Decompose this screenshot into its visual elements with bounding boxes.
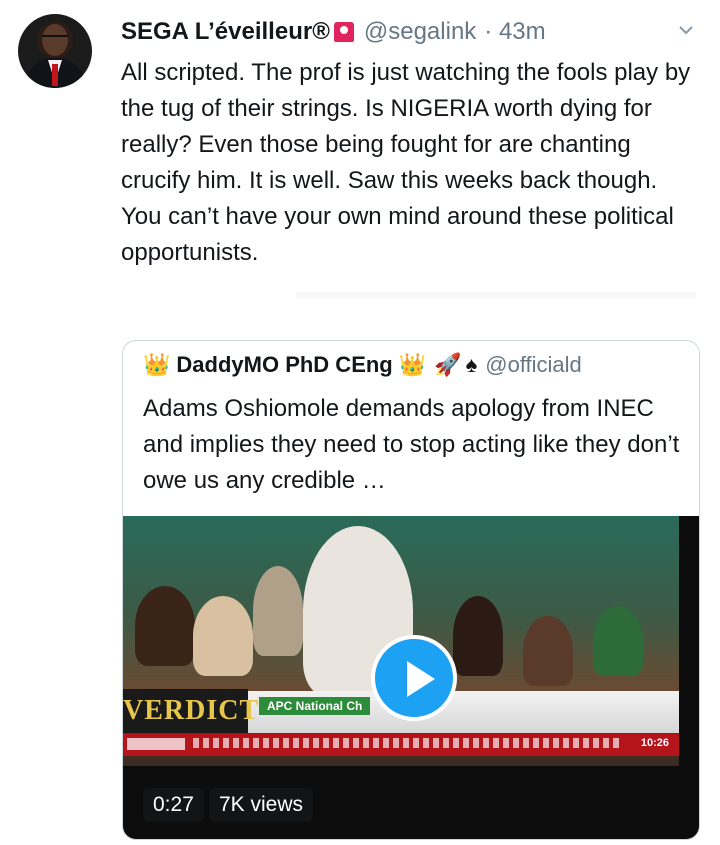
avatar-glasses bbox=[42, 35, 68, 43]
ticker-label bbox=[127, 738, 185, 750]
author-handle[interactable]: @segalink bbox=[364, 18, 476, 46]
avatar[interactable] bbox=[18, 14, 92, 88]
video-figure bbox=[593, 606, 643, 676]
tweet-header: SEGA L’éveilleur® @segalink · 43m bbox=[121, 12, 546, 52]
quoted-author-name: DaddyMO PhD CEng bbox=[176, 352, 393, 377]
avatar-tie bbox=[52, 64, 58, 86]
timestamp[interactable]: · 43m bbox=[484, 18, 545, 46]
spade-icon: ♠ bbox=[465, 352, 478, 377]
video-player[interactable]: VERDICT APC National Ch 10:26 0:27 7K vi… bbox=[123, 516, 699, 839]
divider bbox=[296, 292, 696, 298]
author-name[interactable]: SEGA L’éveilleur® bbox=[121, 18, 330, 46]
video-ticker: 10:26 bbox=[123, 734, 679, 756]
tweet-text: All scripted. The prof is just watching … bbox=[121, 59, 691, 266]
video-duration-badge: 0:27 bbox=[143, 788, 204, 822]
rocket-icon: 🚀 bbox=[434, 352, 462, 377]
news-logo: VERDICT bbox=[123, 689, 258, 733]
chevron-down-icon[interactable] bbox=[678, 22, 694, 38]
quoted-text: Adams Oshiomole demands apology from INE… bbox=[143, 395, 680, 494]
news-tag: APC National Ch bbox=[259, 697, 371, 715]
video-figure bbox=[193, 596, 253, 676]
video-figure bbox=[135, 586, 195, 666]
police-light-icon bbox=[333, 22, 354, 42]
video-figure bbox=[523, 616, 573, 686]
quoted-author-handle: @officiald bbox=[485, 352, 582, 377]
video-figure bbox=[253, 566, 303, 656]
ticker-text bbox=[193, 738, 623, 748]
crown-icon: 👑 bbox=[143, 352, 171, 377]
quoted-tweet[interactable]: 👑 DaddyMO PhD CEng 👑 🚀 ♠ @officiald Adam… bbox=[122, 340, 700, 840]
ticker-clock: 10:26 bbox=[640, 737, 669, 749]
crown-icon: 👑 bbox=[398, 352, 427, 377]
quoted-header: 👑 DaddyMO PhD CEng 👑 🚀 ♠ @officiald bbox=[143, 347, 582, 383]
video-views-badge: 7K views bbox=[209, 788, 314, 822]
play-button[interactable] bbox=[371, 635, 457, 721]
video-figure bbox=[453, 596, 503, 676]
